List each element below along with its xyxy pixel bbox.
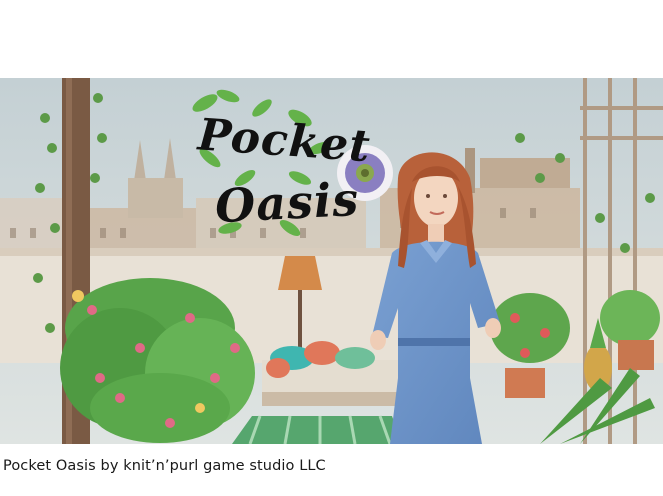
logo-line-2: Oasis — [214, 172, 361, 233]
image-caption: Pocket Oasis by knit’n’purl game studio … — [3, 458, 326, 474]
striped-rug — [232, 415, 402, 444]
game-key-art: Pocket Oasis — [0, 78, 663, 444]
